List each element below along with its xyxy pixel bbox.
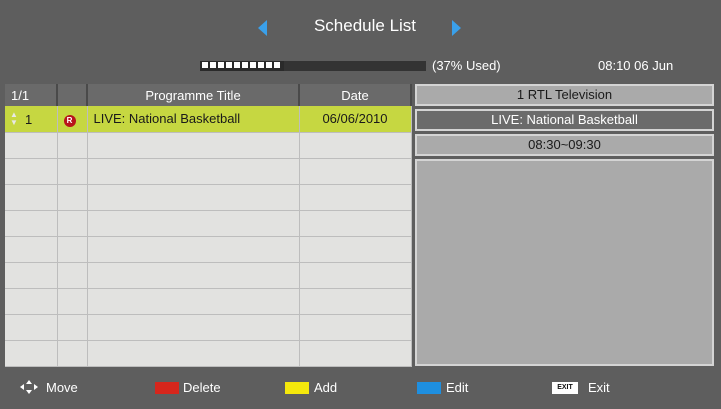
programme-date xyxy=(299,236,412,263)
programme-date: 06/06/2010 xyxy=(299,106,412,133)
usage-dot xyxy=(274,62,280,68)
usage-dot xyxy=(226,62,232,68)
arrow-left-icon[interactable] xyxy=(258,20,267,36)
exit-label: Exit xyxy=(588,380,610,395)
column-programme-title: Programme Title xyxy=(87,84,300,106)
programme-date xyxy=(299,288,412,315)
programme-title: LIVE: National Basketball xyxy=(87,106,300,133)
status-cell xyxy=(57,210,88,237)
programme-date xyxy=(299,210,412,237)
status-cell xyxy=(57,288,88,315)
column-date: Date xyxy=(299,84,412,106)
programme-title xyxy=(87,314,300,341)
row-number-cell xyxy=(5,210,58,237)
usage-dot xyxy=(210,62,216,68)
column-status xyxy=(57,84,88,106)
row-number-cell xyxy=(5,314,58,341)
blue-key-icon[interactable] xyxy=(417,382,441,394)
usage-dot xyxy=(242,62,248,68)
row-number-cell xyxy=(5,158,58,185)
programme-title xyxy=(87,262,300,289)
page-title: Schedule List xyxy=(313,16,417,35)
programme-date xyxy=(299,314,412,341)
row-number: 1 xyxy=(25,112,33,127)
programme-title xyxy=(87,184,300,211)
detail-time: 08:30~09:30 xyxy=(415,134,714,156)
status-cell xyxy=(57,262,88,289)
row-number-cell xyxy=(5,236,58,263)
move-label: Move xyxy=(46,380,78,395)
programme-title xyxy=(87,158,300,185)
row-number-cell: ▲ ▼ 1 xyxy=(5,106,58,133)
usage-dot xyxy=(218,62,224,68)
table-row[interactable] xyxy=(5,210,412,237)
up-down-icon: ▲ ▼ xyxy=(10,110,18,127)
detail-programme: LIVE: National Basketball xyxy=(415,109,714,131)
table-row[interactable] xyxy=(5,288,412,315)
usage-dots xyxy=(202,62,280,70)
footer-hints: Move Delete Add Edit EXIT Exit xyxy=(0,376,721,400)
detail-channel: 1 RTL Television xyxy=(415,84,714,106)
title-row: Schedule List xyxy=(0,14,721,44)
programme-title xyxy=(87,340,300,367)
table-row[interactable]: ▲ ▼ 1 R LIVE: National Basketball 06/06/2… xyxy=(5,106,412,133)
table-header: 1/1 Programme Title Date xyxy=(5,84,412,106)
add-label: Add xyxy=(314,380,338,395)
status-cell xyxy=(57,236,88,263)
status-cell xyxy=(57,158,88,185)
schedule-table: 1/1 Programme Title Date ▲ ▼ 1 R LIVE: Na… xyxy=(5,84,412,367)
row-number-cell xyxy=(5,340,58,367)
status-cell xyxy=(57,340,88,367)
delete-label: Delete xyxy=(183,380,221,395)
row-number-cell xyxy=(5,288,58,315)
status-cell: R xyxy=(57,106,88,133)
row-number-cell xyxy=(5,132,58,159)
row-number-cell xyxy=(5,184,58,211)
usage-dot xyxy=(234,62,240,68)
status-cell xyxy=(57,132,88,159)
detail-panel: 1 RTL Television LIVE: National Basketba… xyxy=(415,84,714,366)
move-arrows-icon xyxy=(20,380,38,394)
programme-title xyxy=(87,236,300,263)
programme-title xyxy=(87,210,300,237)
usage-dot xyxy=(258,62,264,68)
column-page: 1/1 xyxy=(5,84,58,106)
status-cell xyxy=(57,184,88,211)
programme-date xyxy=(299,132,412,159)
table-row[interactable] xyxy=(5,132,412,159)
programme-date xyxy=(299,158,412,185)
usage-percent: (37% Used) xyxy=(432,58,501,73)
programme-title xyxy=(87,132,300,159)
programme-date xyxy=(299,184,412,211)
edit-label: Edit xyxy=(446,380,469,395)
yellow-key-icon[interactable] xyxy=(285,382,309,394)
clock: 08:10 06 Jun xyxy=(598,58,674,73)
record-icon: R xyxy=(63,114,76,127)
table-row[interactable] xyxy=(5,340,412,367)
programme-date xyxy=(299,340,412,367)
usage-dot xyxy=(250,62,256,68)
programme-date xyxy=(299,262,412,289)
red-key-icon[interactable] xyxy=(155,382,179,394)
exit-key-icon[interactable]: EXIT xyxy=(552,382,578,394)
table-row[interactable] xyxy=(5,184,412,211)
storage-usage: (37% Used) 08:10 06 Jun xyxy=(0,58,721,78)
arrow-right-icon[interactable] xyxy=(452,20,461,36)
usage-dot xyxy=(266,62,272,68)
header: Schedule List (37% Used) 08:10 06 Jun xyxy=(0,0,721,82)
row-number-cell xyxy=(5,262,58,289)
table-row[interactable] xyxy=(5,236,412,263)
table-row[interactable] xyxy=(5,314,412,341)
detail-description xyxy=(415,159,714,366)
programme-title xyxy=(87,288,300,315)
table-row[interactable] xyxy=(5,158,412,185)
table-row[interactable] xyxy=(5,262,412,289)
usage-dot xyxy=(202,62,208,68)
status-cell xyxy=(57,314,88,341)
